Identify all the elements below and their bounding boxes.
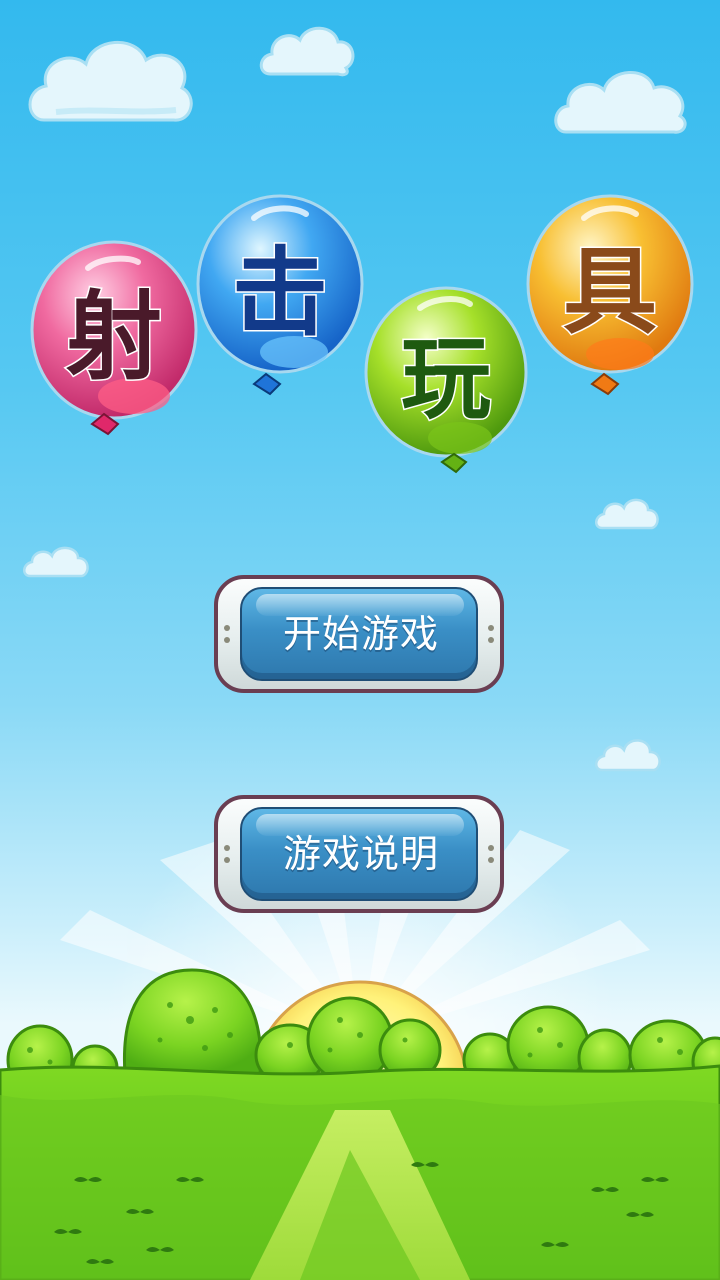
title-balloon-orange: 具 <box>526 194 694 396</box>
start-game-label: 开始游戏 <box>282 612 439 656</box>
game-instructions-button[interactable]: 游戏说明 <box>214 795 504 913</box>
title-char-4: 具 <box>563 238 657 347</box>
rivet <box>224 845 230 851</box>
rivet <box>488 637 494 643</box>
title-char-1: 射 <box>66 281 162 393</box>
rivet <box>224 625 230 631</box>
cloud-tiny-mid-right <box>595 739 661 772</box>
game-instructions-button-face: 游戏说明 <box>240 807 478 901</box>
title-char-2: 击 <box>232 237 328 349</box>
title-balloon-pink: 射 <box>30 240 198 436</box>
cloud-small-top <box>259 26 355 77</box>
cloud-tiny-right <box>595 498 659 530</box>
rivet <box>488 625 494 631</box>
rivet <box>488 845 494 851</box>
rivet <box>224 857 230 863</box>
game-instructions-label: 游戏说明 <box>282 832 439 876</box>
title-balloon-blue: 击 <box>196 194 364 396</box>
rivet <box>224 637 230 643</box>
cloud-large-left <box>28 41 193 122</box>
cloud-large-right <box>554 71 687 134</box>
start-game-button[interactable]: 开始游戏 <box>214 575 504 693</box>
cloud-tiny-left <box>23 546 89 578</box>
title-balloon-green: 玩 <box>364 286 528 474</box>
start-game-button-face: 开始游戏 <box>240 587 478 681</box>
rivet <box>488 857 494 863</box>
title-char-3: 玩 <box>401 327 491 432</box>
game-menu-screen: 射 击 玩 具 开始游戏 游戏说明 <box>0 0 720 1280</box>
